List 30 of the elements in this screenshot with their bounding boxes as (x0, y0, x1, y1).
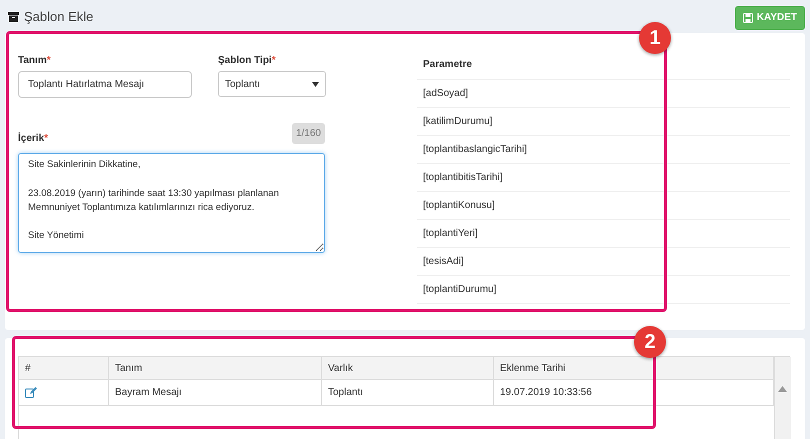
number-badge: 1 (639, 22, 671, 54)
caret-icon (312, 82, 319, 86)
parameter-cell[interactable]: [tesisAdi] (417, 248, 790, 276)
content-field[interactable]: Site Sakinlerinin Dikkatine, 23.08.2019 (yarın) tarihinde saat 13:30 yapılması planlanan Memnuniyet Toplantımıza katılımlarınızı rica ediyoruz. Site Yönetimi (18, 153, 325, 253)
field-label: Şablon Tipi* (218, 55, 277, 66)
archive-icon (8, 12, 19, 22)
parameter-cell[interactable]: [adSoyad] (417, 80, 790, 108)
parameter-cell[interactable]: [toplantiYeri] (417, 220, 790, 248)
column-header: Parametre (417, 55, 790, 80)
character-counter: 1/160 (292, 123, 325, 144)
parameter-cell[interactable]: [toplantibaslangicTarihi] (417, 136, 790, 164)
scrollbar[interactable] (774, 357, 791, 439)
table-cell: 19.07.2019 10:33:56 (494, 380, 774, 406)
parameter-cell[interactable]: [toplantiKonusu] (417, 192, 790, 220)
parameter-cell[interactable]: [toplantibitisTarihi] (417, 164, 790, 192)
table-cell: Bayram Mesajı (109, 380, 322, 406)
column-header: Tanım (109, 357, 322, 380)
type-dropdown[interactable]: Toplantı (218, 71, 326, 97)
column-header: Eklenme Tarihi (494, 357, 774, 380)
field-label: İçerik* (18, 133, 48, 144)
parameter-cell[interactable]: [toplantiDurumu] (417, 276, 790, 304)
page-title: Şablon Ekle (24, 9, 94, 24)
input-field[interactable]: Toplantı Hatırlatma Mesajı (18, 71, 192, 98)
table-cell: Toplantı (322, 380, 494, 406)
column-header: # (19, 357, 109, 380)
column-header: Varlık (322, 357, 494, 380)
edit-icon[interactable] (25, 387, 37, 398)
scroll-up-icon[interactable] (778, 386, 787, 392)
field-label: Tanım* (18, 55, 52, 66)
parameter-cell[interactable]: [katilimDurumu] (417, 108, 790, 136)
